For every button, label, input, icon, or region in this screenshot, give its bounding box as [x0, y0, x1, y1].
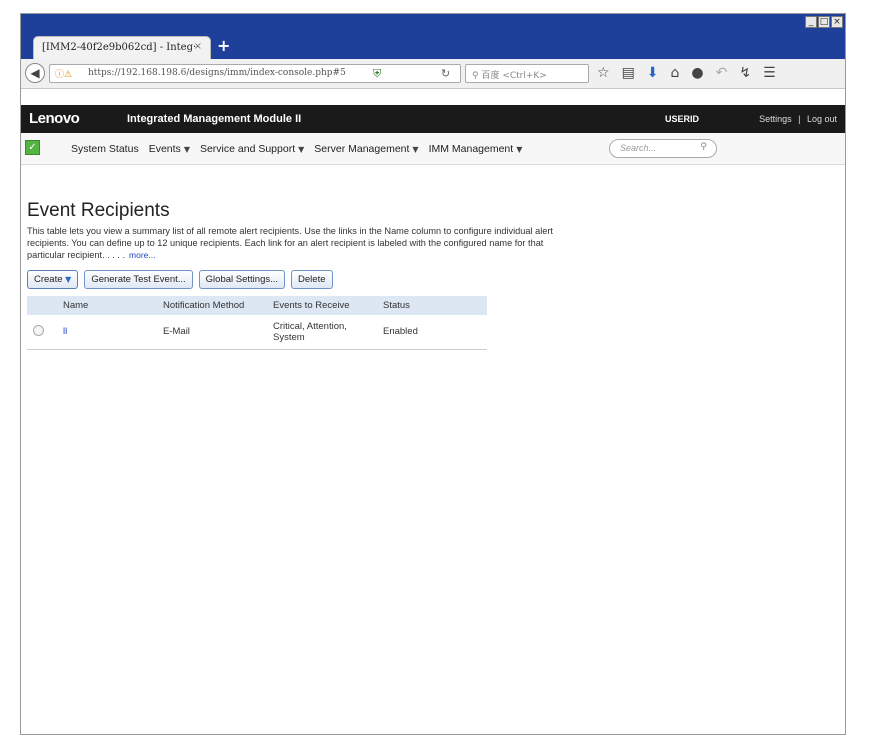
create-button[interactable]: Create ▼	[27, 270, 79, 289]
menu-imm-management[interactable]: IMM Management ▼	[429, 143, 523, 155]
recipient-name-cell: ll	[57, 315, 157, 349]
row-select-cell	[27, 315, 57, 349]
shield-icon[interactable]: ⛨	[373, 67, 381, 81]
current-user: USERID	[665, 114, 700, 124]
browser-window: _ □ × [IMM2-40f2e9b062cd] - Integ·· × + …	[20, 13, 846, 735]
select-column-header	[27, 296, 57, 315]
recipients-table: Name Notification Method Events to Recei…	[27, 296, 487, 350]
main-content: Event Recipients This table lets you vie…	[27, 200, 587, 350]
settings-link[interactable]: Settings	[759, 114, 792, 124]
site-info-icon[interactable]: ⓘ⚠	[55, 67, 72, 80]
maximize-icon[interactable]: □	[818, 16, 830, 28]
undo-icon[interactable]: ↶	[716, 65, 728, 81]
app-title: Integrated Management Module II	[127, 113, 302, 125]
browser-search-input[interactable]: ⚲ 百度 <Ctrl+K>	[465, 64, 589, 83]
hamburger-menu-icon[interactable]: ☰	[763, 65, 776, 81]
url-bar[interactable]: https://192.168.198.6/designs/imm/index-…	[49, 64, 461, 83]
menu-items: System Status Events ▼ Service and Suppor…	[71, 143, 522, 155]
page-search-placeholder: Search...	[620, 143, 657, 153]
action-buttons: Create ▼ Generate Test Event... Global S…	[27, 270, 587, 289]
system-ok-icon[interactable]: ✓	[25, 140, 40, 155]
recipient-name-link[interactable]: ll	[63, 326, 67, 337]
window-controls: _ □ ×	[805, 16, 843, 28]
chevron-down-icon: ▼	[516, 145, 523, 154]
title-bar: _ □ × [IMM2-40f2e9b062cd] - Integ·· × +	[21, 14, 845, 60]
page-description: This table lets you view a summary list …	[27, 225, 583, 261]
column-header-status[interactable]: Status	[377, 296, 487, 315]
description-text: This table lets you view a summary list …	[27, 226, 553, 260]
status-cell: Enabled	[383, 326, 418, 338]
chevron-down-icon: ▼	[298, 145, 305, 154]
browser-toolbar-icons: ☆ ▤ ⬇ ⌂ ● ↶ ↯ ☰	[597, 65, 776, 81]
search-icon[interactable]: ⚲	[700, 142, 707, 152]
new-tab-button[interactable]: +	[217, 36, 230, 55]
page-title: Event Recipients	[27, 200, 170, 221]
column-header-events[interactable]: Events to Receive	[267, 296, 377, 315]
notification-method-cell: E-Mail	[163, 326, 190, 338]
home-icon[interactable]: ⌂	[671, 65, 680, 81]
page-search-input[interactable]: Search... ⚲	[609, 139, 717, 158]
logout-link[interactable]: Log out	[807, 114, 837, 124]
menu-events[interactable]: Events ▼	[149, 143, 190, 155]
column-header-method[interactable]: Notification Method	[157, 296, 267, 315]
chevron-down-icon: ▼	[183, 145, 190, 154]
reading-list-icon[interactable]: ▤	[622, 65, 635, 81]
more-link[interactable]: more...	[129, 250, 155, 260]
download-icon[interactable]: ⬇	[647, 65, 659, 81]
header-separator: |	[798, 114, 801, 124]
tab-title: [IMM2-40f2e9b062cd] - Integ··	[42, 42, 200, 53]
events-to-receive-cell: Critical, Attention, System	[273, 320, 347, 343]
menu-service-support[interactable]: Service and Support ▼	[200, 143, 304, 155]
chat-icon[interactable]: ●	[691, 65, 703, 81]
global-settings-button[interactable]: Global Settings...	[198, 270, 286, 289]
chevron-down-icon: ▼	[412, 145, 419, 154]
minimize-icon[interactable]: _	[805, 16, 817, 28]
reload-icon[interactable]: ↻	[441, 67, 450, 80]
navigation-toolbar: ◀ https://192.168.198.6/designs/imm/inde…	[21, 59, 845, 89]
menu-system-status[interactable]: System Status	[71, 143, 139, 155]
column-header-name[interactable]: Name	[57, 296, 157, 315]
tab-close-icon[interactable]: ×	[194, 41, 202, 52]
header-links: Settings | Log out	[759, 114, 837, 124]
close-window-icon[interactable]: ×	[831, 16, 843, 28]
chevron-down-icon: ▼	[65, 275, 72, 284]
browser-search-placeholder: 百度 <Ctrl+K>	[481, 71, 547, 81]
row-radio[interactable]	[33, 324, 44, 336]
lenovo-logo: Lenovo	[29, 110, 80, 127]
table-header-row: Name Notification Method Events to Recei…	[27, 296, 487, 315]
bookmark-star-icon[interactable]: ☆	[597, 65, 610, 81]
tools-icon[interactable]: ↯	[739, 65, 751, 81]
menu-server-management[interactable]: Server Management ▼	[314, 143, 418, 155]
table-row: ll E-Mail Critical, Attention, System En…	[27, 315, 487, 349]
main-menu: ✓ System Status Events ▼ Service and Supp…	[21, 133, 845, 165]
generate-test-event-button[interactable]: Generate Test Event...	[84, 270, 193, 289]
browser-tab[interactable]: [IMM2-40f2e9b062cd] - Integ·· ×	[33, 36, 211, 60]
delete-button[interactable]: Delete	[291, 270, 333, 289]
app-header: Lenovo Integrated Management Module II U…	[21, 105, 845, 133]
back-arrow-icon[interactable]: ◀	[25, 63, 45, 83]
